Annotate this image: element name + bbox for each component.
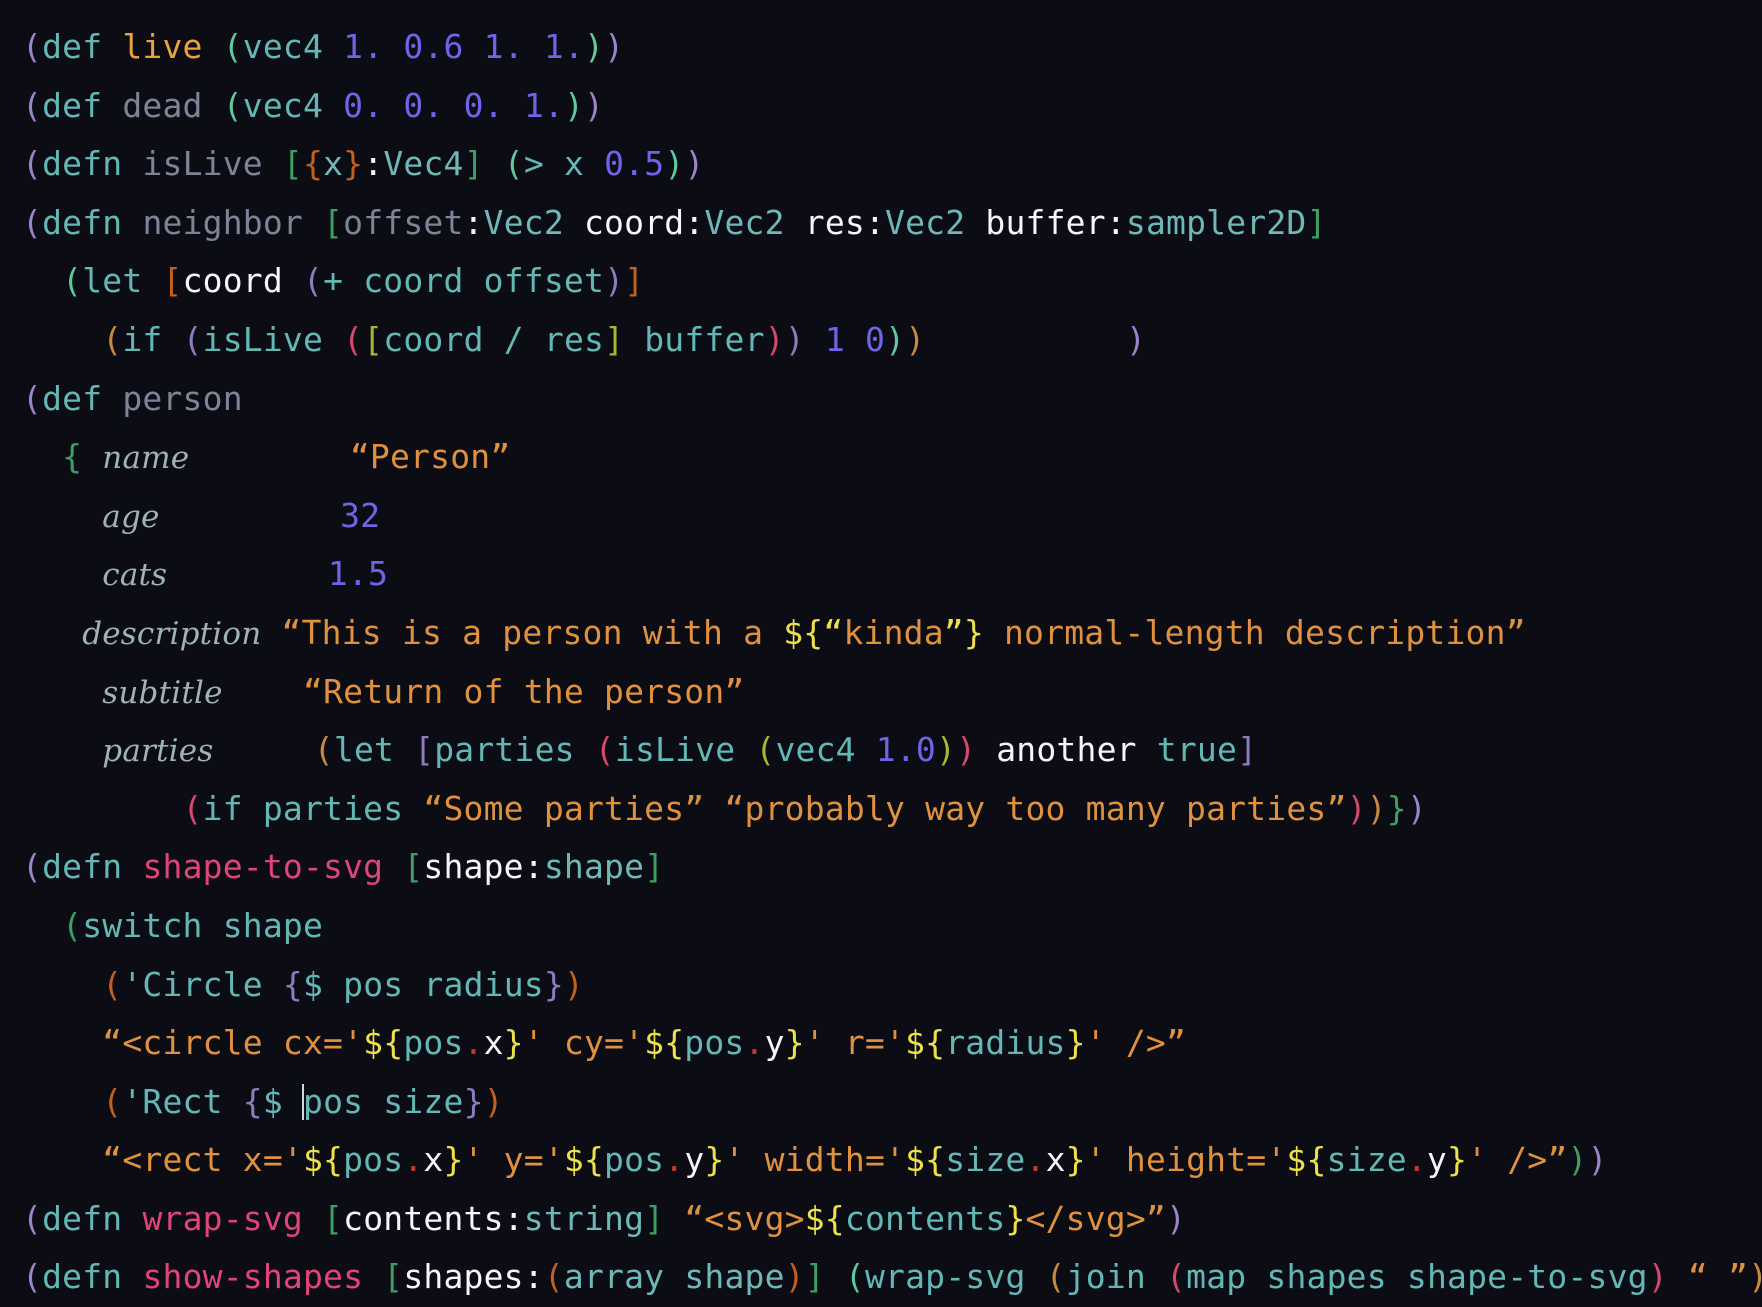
code-line-7[interactable]: (def person [22,370,1762,429]
code-line-3[interactable]: (defn isLive [{x}:Vec4] (> x 0.5)) [22,135,1762,194]
code-line-17[interactable]: ('Circle {$ pos radius}) [22,956,1762,1015]
record-key-cats: cats [102,557,168,594]
code-line-2[interactable]: (def dead (vec4 0. 0. 0. 1.)) [22,77,1762,136]
code-line-15[interactable]: (defn shape-to-svg [shape:shape] [22,838,1762,897]
value-cats: 1.5 [327,554,389,594]
code-line-9[interactable]: age 32 [22,487,1762,546]
code-line-5[interactable]: (let [coord (+ coord offset)] [22,252,1762,311]
code-line-22[interactable]: (defn show-shapes [shapes:(array shape)]… [22,1248,1762,1307]
string-description-b: normal-length description [983,612,1506,652]
string-kinda: kinda [843,612,944,652]
code-line-20[interactable]: “<rect x='${pos.x}' y='${pos.y}' width='… [22,1131,1762,1190]
value-age: 32 [340,495,381,535]
code-line-6[interactable]: (if (isLive ([coord / res] buffer)) 1 0)… [22,311,1762,370]
code-line-8[interactable]: { name “Person” [22,428,1762,487]
record-key-age: age [102,498,160,535]
code-line-18[interactable]: “<circle cx='${pos.x}' cy='${pos.y}' r='… [22,1014,1762,1073]
string-description-a: This is a person with a [301,612,784,652]
record-key-description: description [82,615,262,652]
string-person: Person [369,437,491,477]
code-line-1[interactable]: (def live (vec4 1. 0.6 1. 1.)) [22,18,1762,77]
string-some-parties: Some parties [443,788,685,828]
record-key-name: name [102,440,190,477]
code-line-19[interactable]: ('Rect {$ pos size}) [22,1073,1762,1132]
code-line-13[interactable]: parties (let [parties (isLive (vec4 1.0)… [22,721,1762,780]
code-line-21[interactable]: (defn wrap-svg [contents:string] “<svg>$… [22,1190,1762,1249]
code-line-10[interactable]: cats 1.5 [22,545,1762,604]
code-line-12[interactable]: subtitle “Return of the person” [22,663,1762,722]
code-line-4[interactable]: (defn neighbor [offset:Vec2 coord:Vec2 r… [22,194,1762,253]
code-line-16[interactable]: (switch shape [22,897,1762,956]
code-line-11[interactable]: description “This is a person with a ${“… [22,604,1762,663]
code-line-14[interactable]: (if parties “Some parties” “probably way… [22,780,1762,839]
code-editor[interactable]: (def live (vec4 1. 0.6 1. 1.)) (def dead… [0,0,1762,1296]
record-key-subtitle: subtitle [102,674,223,711]
string-subtitle: Return of the person [323,671,725,711]
string-too-many-parties: probably way too many parties [744,788,1327,828]
record-key-parties: parties [102,733,214,770]
